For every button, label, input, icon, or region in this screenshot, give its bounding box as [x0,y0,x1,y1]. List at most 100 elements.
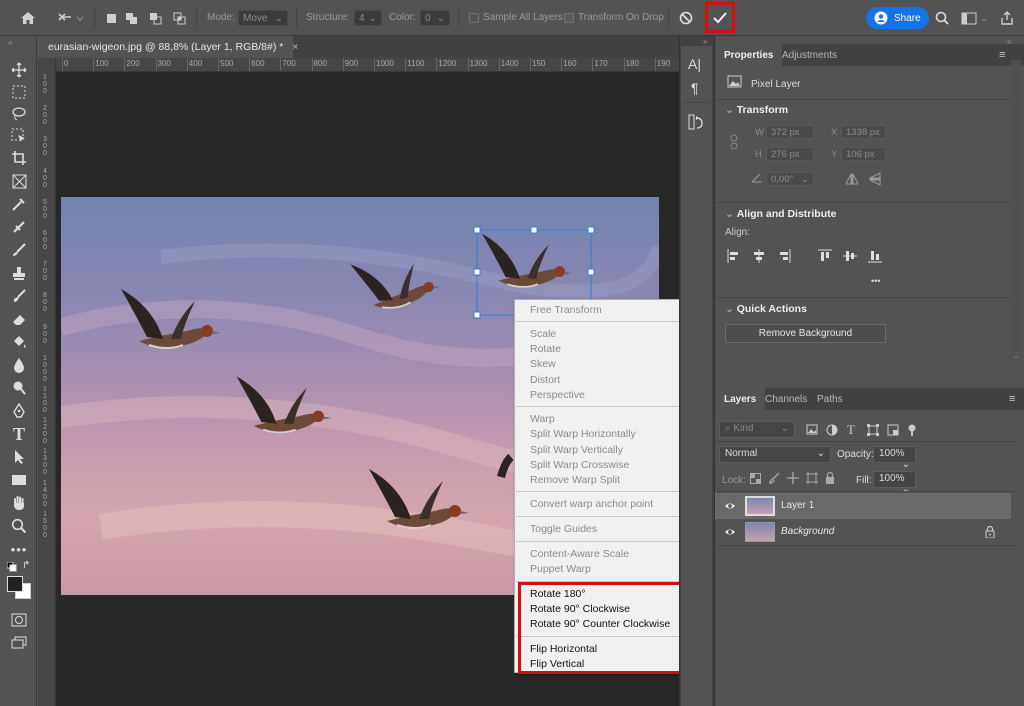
lock-all-icon[interactable] [825,471,835,487]
dodge-tool-icon[interactable] [9,378,29,398]
lock-transparent-icon[interactable] [750,473,761,487]
export-icon[interactable] [998,0,1016,36]
more-tools-icon[interactable]: ••• [9,539,29,559]
healing-brush-tool-icon[interactable] [9,217,29,237]
eye-icon[interactable] [724,526,736,538]
cancel-transform-icon[interactable] [678,0,694,36]
pen-tool-icon[interactable] [9,401,29,421]
menu-item-warp[interactable]: Warp [530,413,555,425]
sample-all-layers-checkbox[interactable] [469,13,479,23]
default-colors-icon[interactable] [6,561,17,575]
quick-mask-icon[interactable] [9,610,29,630]
tab-paths[interactable]: Paths [808,388,852,410]
lasso-tool-icon[interactable] [9,104,29,124]
puppet-warp-tool-icon[interactable] [55,0,87,36]
menu-item-free-transform[interactable]: Free Transform [530,304,602,316]
lock-artboard-icon[interactable] [806,472,818,487]
commit-transform-button[interactable] [705,2,735,33]
width-field[interactable]: 372 px [766,125,814,139]
more-options-icon[interactable]: ••• [871,276,880,286]
chevron-down-icon[interactable]: ⌄ [979,0,989,36]
color-input[interactable]: 0 ⌄ [420,10,450,26]
transform-section-title[interactable]: Transform [725,104,788,116]
scroll-down-icon[interactable]: ⌄ [1013,352,1019,360]
quick-actions-title[interactable]: Quick Actions [725,303,807,315]
subtract-selection-icon[interactable] [148,0,162,36]
filter-toggle-icon[interactable] [908,424,916,439]
align-bottom-icon[interactable] [868,249,882,266]
filter-pixel-icon[interactable] [806,424,818,438]
menu-item-split-warp-horizontally[interactable]: Split Warp Horizontally [530,428,636,440]
history-brush-tool-icon[interactable] [9,286,29,306]
marquee-tool-icon[interactable] [9,82,29,102]
menu-item-rotate[interactable]: Rotate [530,343,561,355]
fill-field[interactable]: 100% ⌄ [873,471,916,495]
collapse-arrows-icon[interactable]: » [703,37,707,46]
menu-item-convert-warp-anchor[interactable]: Convert warp anchor point [530,498,653,510]
workspace-icon[interactable] [960,0,978,36]
share-button[interactable]: Share [866,7,929,29]
flip-horizontal-icon[interactable] [845,173,859,188]
properties-scrollbar[interactable] [1011,60,1021,350]
menu-item-split-warp-crosswise[interactable]: Split Warp Crosswise [530,459,629,471]
blur-tool-icon[interactable] [9,355,29,375]
align-top-icon[interactable] [818,249,832,266]
frame-tool-icon[interactable] [9,171,29,191]
remove-background-button[interactable]: Remove Background [725,324,886,343]
panel-menu-icon[interactable]: ≡ [1009,393,1015,405]
layer-kind-filter[interactable]: ⌕ Kind ⌄ [719,421,795,438]
new-selection-icon[interactable] [104,0,118,36]
menu-item-scale[interactable]: Scale [530,328,556,340]
menu-item-distort[interactable]: Distort [530,374,560,386]
panel-menu-icon[interactable]: ≡ [999,49,1005,61]
paragraph-panel-icon[interactable]: ¶ [691,80,699,96]
paint-bucket-tool-icon[interactable] [9,332,29,352]
transform-on-drop-checkbox[interactable] [564,13,574,23]
rectangle-tool-icon[interactable] [9,470,29,490]
eraser-tool-icon[interactable] [9,309,29,329]
intersect-selection-icon[interactable] [172,0,186,36]
menu-item-split-warp-vertically[interactable]: Split Warp Vertically [530,444,623,456]
filter-adjustment-icon[interactable] [826,424,838,439]
clone-stamp-tool-icon[interactable] [9,263,29,283]
tab-adjustments[interactable]: Adjustments [773,44,846,66]
menu-item-perspective[interactable]: Perspective [530,389,585,401]
layer-row[interactable]: Background [715,519,1011,545]
align-section-title[interactable]: Align and Distribute [725,208,837,220]
swap-colors-icon[interactable]: ↱ [22,560,30,571]
structure-input[interactable]: 4 ⌄ [354,10,382,26]
hand-tool-icon[interactable] [9,493,29,513]
menu-item-skew[interactable]: Skew [530,358,556,370]
height-field[interactable]: 276 px [766,147,814,161]
align-vertical-center-icon[interactable] [843,249,857,266]
character-panel-icon[interactable]: A| [688,56,701,72]
eyedropper-tool-icon[interactable] [9,194,29,214]
lock-pixels-icon[interactable] [769,472,781,487]
crop-tool-icon[interactable] [9,148,29,168]
brush-tool-icon[interactable] [9,240,29,260]
flip-vertical-icon[interactable] [869,172,881,189]
mode-select[interactable]: Move ⌄ [238,10,288,26]
align-right-icon[interactable] [777,249,791,266]
align-left-icon[interactable] [727,249,741,266]
eye-icon[interactable] [724,500,736,512]
document-tab[interactable]: eurasian-wigeon.jpg @ 88,8% (Layer 1, RG… [38,36,298,58]
history-panel-icon[interactable] [688,114,704,133]
blend-mode-select[interactable]: Normal ⌄ [719,446,831,463]
menu-item-puppet-warp[interactable]: Puppet Warp [530,563,591,575]
type-tool-icon[interactable]: T [9,424,29,444]
path-selection-tool-icon[interactable] [9,447,29,467]
layer-name[interactable]: Background [781,526,834,537]
y-field[interactable]: 106 px [841,147,886,161]
collapse-arrows-icon[interactable]: » [8,38,12,47]
opacity-field[interactable]: 100% ⌄ [873,446,916,470]
filter-type-icon[interactable]: T [847,422,855,438]
zoom-tool-icon[interactable] [9,516,29,536]
align-horizontal-center-icon[interactable] [752,249,766,266]
screen-mode-icon[interactable] [9,633,29,653]
filter-smart-object-icon[interactable] [887,424,899,439]
object-selection-tool-icon[interactable] [9,126,29,146]
filter-shape-icon[interactable] [867,424,879,439]
home-icon[interactable] [18,0,38,36]
lock-icon[interactable] [985,525,995,541]
